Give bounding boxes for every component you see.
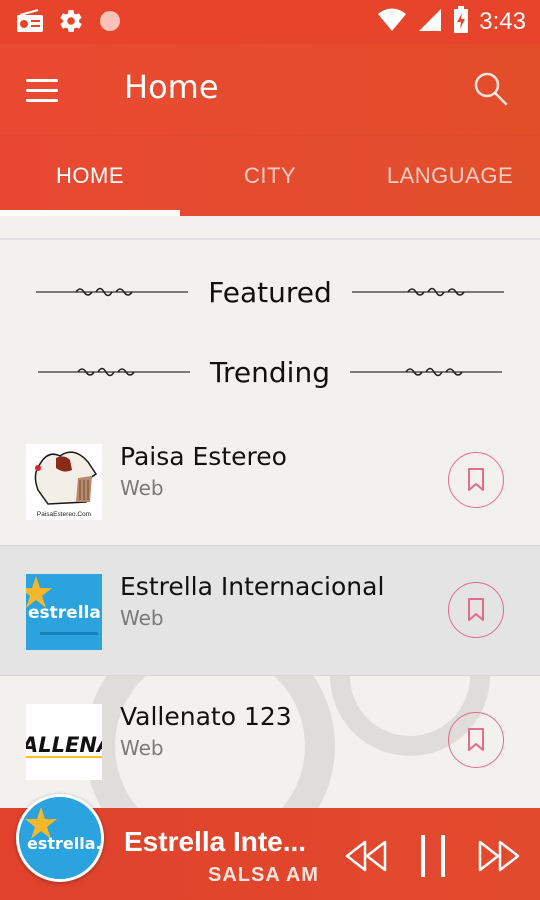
pause-icon[interactable]	[412, 834, 454, 878]
rewind-icon[interactable]	[342, 834, 388, 878]
station-logo-estrella: estrella.fm	[26, 574, 102, 650]
featured-header: Featured	[0, 270, 540, 314]
station-type: Web	[120, 606, 164, 630]
trending-title: Trending	[210, 355, 330, 389]
station-logo-paisa-estereo: PaisaEstereo.Com	[26, 444, 102, 520]
fast-forward-icon[interactable]	[476, 834, 524, 878]
main-content[interactable]: Featured Trending PaisaEstereo.Com Paisa…	[0, 216, 540, 808]
now-playing-logo[interactable]: estrella.fm	[16, 794, 104, 882]
trending-header: Trending	[0, 350, 540, 394]
bookmark-button[interactable]	[448, 582, 504, 638]
status-bar: 3:43	[0, 0, 540, 44]
bookmark-icon	[468, 468, 484, 491]
svg-text:estrella.fm: estrella.fm	[28, 603, 102, 623]
tab-home[interactable]: HOME	[0, 136, 180, 216]
now-playing-title: Estrella Inte...	[124, 826, 307, 857]
tab-language[interactable]: LANGUAGE	[360, 136, 540, 216]
featured-title: Featured	[208, 275, 332, 309]
bookmark-icon	[468, 728, 484, 751]
station-name: Estrella Internacional	[120, 572, 385, 601]
station-logo-vallenato: ALLENA	[26, 704, 102, 780]
station-row[interactable]: ALLENA Vallenato 123 Web	[0, 676, 540, 806]
svg-text:ALLENA: ALLENA	[26, 733, 102, 757]
station-row[interactable]: PaisaEstereo.Com Paisa Estereo Web	[0, 416, 540, 546]
wifi-icon	[377, 7, 407, 37]
tab-city[interactable]: CITY	[180, 136, 360, 216]
wave-divider-right	[351, 287, 504, 297]
bookmark-button[interactable]	[448, 712, 504, 768]
status-time: 3:43	[479, 8, 526, 35]
app-bar: Home	[0, 44, 540, 136]
divider	[0, 238, 540, 240]
wave-divider-left	[38, 367, 191, 377]
wave-divider-right	[349, 367, 502, 377]
battery-charging-icon	[453, 6, 469, 38]
tab-bar: HOME CITY LANGUAGE	[0, 136, 540, 216]
now-playing-subtitle: SALSA AM	[208, 864, 319, 886]
svg-text:estrella.fm: estrella.fm	[27, 834, 101, 853]
gear-icon	[58, 8, 84, 38]
page-title: Home	[124, 68, 219, 106]
station-type: Web	[120, 476, 164, 500]
station-row[interactable]: estrella.fm Estrella Internacional Web	[0, 546, 540, 676]
wave-divider-left	[36, 287, 189, 297]
station-type: Web	[120, 736, 164, 760]
bookmark-icon	[468, 598, 484, 621]
station-name: Vallenato 123	[120, 702, 292, 731]
bookmark-button[interactable]	[448, 452, 504, 508]
record-dot-icon	[98, 9, 122, 37]
hamburger-menu-icon[interactable]	[26, 72, 70, 108]
radio-icon	[16, 9, 44, 37]
station-name: Paisa Estereo	[120, 442, 287, 471]
signal-icon	[417, 7, 443, 37]
search-icon[interactable]	[472, 70, 512, 110]
svg-text:PaisaEstereo.Com: PaisaEstereo.Com	[37, 511, 91, 518]
